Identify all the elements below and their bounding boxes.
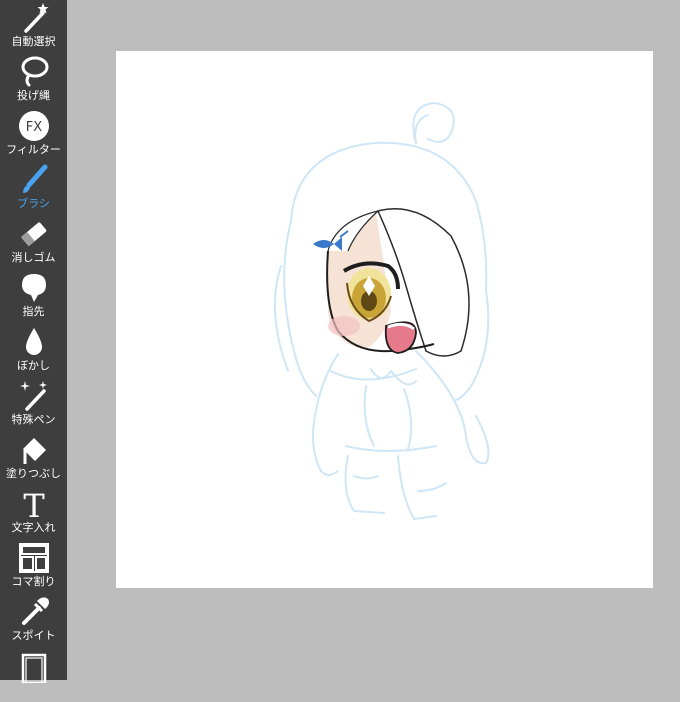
tool-eraser[interactable]: 消しゴム <box>0 216 67 270</box>
tool-label: 自動選択 <box>11 35 56 48</box>
tool-label: スポイト <box>11 629 56 642</box>
tool-lasso[interactable]: 投げ縄 <box>0 54 67 108</box>
tool-frame[interactable] <box>0 648 67 702</box>
tool-label: 消しゴム <box>11 251 56 264</box>
special-pen-icon <box>19 381 47 411</box>
tool-label: コマ割り <box>11 575 56 588</box>
tool-brush[interactable]: ブラシ <box>0 162 67 216</box>
smudge-icon <box>21 274 46 302</box>
fill-bucket-icon <box>22 438 46 464</box>
tool-label: 特殊ペン <box>11 413 56 426</box>
tool-label: ブラシ <box>17 197 50 210</box>
magic-wand-icon <box>23 3 48 33</box>
drawing-canvas[interactable] <box>116 51 653 588</box>
tool-text[interactable]: T 文字入れ <box>0 486 67 540</box>
tool-label: 指先 <box>22 305 45 318</box>
frame-icon <box>21 653 46 683</box>
blur-drop-icon <box>25 328 42 355</box>
eraser-icon <box>20 222 46 247</box>
tool-label: 塗りつぶし <box>5 467 62 480</box>
tool-label: ぼかし <box>17 359 50 372</box>
canvas-workspace[interactable] <box>67 0 680 680</box>
character-artwork <box>273 102 490 520</box>
fx-text: FX <box>25 120 41 135</box>
fx-icon: FX <box>18 111 49 141</box>
panel-split-icon <box>18 543 49 573</box>
text-icon: T <box>23 487 45 521</box>
brush-icon <box>22 164 47 193</box>
tool-special-pen[interactable]: 特殊ペン <box>0 378 67 432</box>
tool-sidebar: 自動選択 投げ縄 FX フィルター ブラシ 消しゴム 指先 ぼかし 特殊ペン 塗… <box>0 0 67 683</box>
tool-auto-select[interactable]: 自動選択 <box>0 0 67 54</box>
lasso-icon <box>21 56 48 87</box>
tool-fill[interactable]: 塗りつぶし <box>0 432 67 486</box>
tool-label: フィルター <box>6 143 61 156</box>
tool-panel-split[interactable]: コマ割り <box>0 540 67 594</box>
tool-label: 文字入れ <box>11 521 56 534</box>
tool-eyedropper[interactable]: スポイト <box>0 594 67 648</box>
text-tool-glyph: T <box>23 487 45 521</box>
tool-label: 投げ縄 <box>17 89 50 102</box>
tool-filter[interactable]: FX フィルター <box>0 108 67 162</box>
eyedropper-icon <box>21 597 49 625</box>
tool-smudge[interactable]: 指先 <box>0 270 67 324</box>
tool-blur[interactable]: ぼかし <box>0 324 67 378</box>
